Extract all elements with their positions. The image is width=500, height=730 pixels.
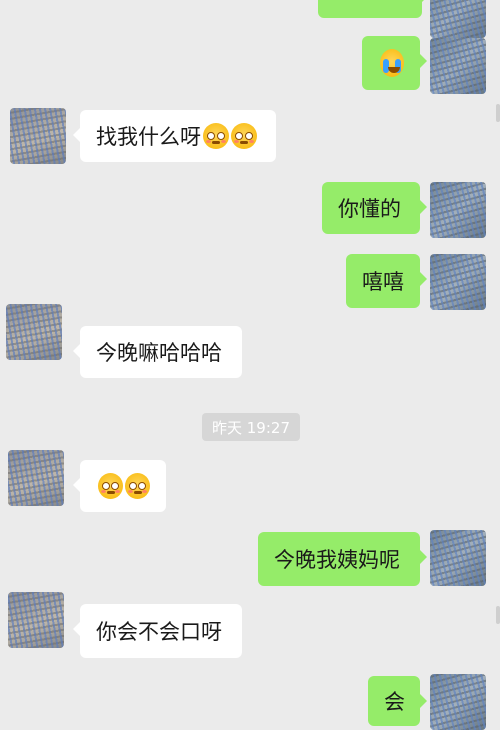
- eye-icon: [102, 482, 110, 490]
- mouth-icon: [134, 491, 142, 494]
- eye-icon: [129, 482, 137, 490]
- message-bubble-sent[interactable]: 你懂的: [322, 182, 427, 234]
- loudly-crying-face-emoji-icon: [380, 49, 404, 77]
- message-bubble-received[interactable]: 你会不会口呀: [73, 604, 242, 658]
- mouth-icon: [212, 141, 220, 144]
- blush-icon: [249, 140, 254, 143]
- message-bubble-sent[interactable]: 今晚我姨妈呢: [258, 532, 427, 586]
- message-bubble-received[interactable]: 今晚嘛哈哈哈: [73, 326, 242, 378]
- avatar-contact[interactable]: [6, 304, 62, 360]
- message-bubble-sent-partial[interactable]: [318, 0, 429, 18]
- avatar-contact[interactable]: [8, 450, 64, 506]
- eye-icon: [245, 132, 253, 140]
- message-bubble-received-emoji[interactable]: [73, 460, 166, 512]
- eye-icon: [111, 482, 119, 490]
- avatar-image: [430, 254, 486, 310]
- blush-icon: [234, 140, 239, 143]
- message-bubble-sent[interactable]: 嘻嘻: [346, 254, 427, 308]
- tear-icon: [383, 59, 389, 73]
- mouth-icon: [240, 141, 248, 144]
- chat-window: 找我什么呀 你懂的 嘻嘻 今晚嘛哈哈哈 昨天 19:27 今晚我姨妈呢 你会不会…: [0, 0, 500, 730]
- eye-icon: [138, 482, 146, 490]
- flushed-face-emoji-icon: [231, 123, 257, 149]
- avatar-image: [430, 0, 486, 38]
- blush-icon: [101, 490, 106, 493]
- avatar-self[interactable]: [430, 0, 486, 38]
- avatar-self[interactable]: [430, 254, 486, 310]
- flushed-face-emoji-icon: [98, 473, 123, 499]
- scrollbar-indicator[interactable]: [496, 606, 500, 624]
- eye-icon: [217, 132, 225, 140]
- avatar-image: [430, 674, 486, 730]
- message-bubble-received[interactable]: 找我什么呀: [73, 110, 276, 162]
- avatar-image: [10, 108, 66, 164]
- avatar-image: [8, 450, 64, 506]
- avatar-self[interactable]: [430, 38, 486, 94]
- eye-icon: [235, 132, 243, 140]
- flushed-face-emoji-icon: [203, 123, 229, 149]
- message-bubble-sent[interactable]: 会: [368, 676, 427, 726]
- timestamp-divider: 昨天 19:27: [202, 413, 300, 441]
- message-bubble-sent-emoji[interactable]: [362, 36, 427, 90]
- avatar-image: [430, 182, 486, 238]
- blush-icon: [128, 490, 133, 493]
- avatar-image: [8, 592, 64, 648]
- avatar-self[interactable]: [430, 182, 486, 238]
- avatar-contact[interactable]: [10, 108, 66, 164]
- avatar-image: [430, 38, 486, 94]
- avatar-image: [430, 530, 486, 586]
- blush-icon: [221, 140, 226, 143]
- blush-icon: [206, 140, 211, 143]
- blush-icon: [142, 490, 147, 493]
- avatar-image: [6, 304, 62, 360]
- avatar-self[interactable]: [430, 530, 486, 586]
- avatar-contact[interactable]: [8, 592, 64, 648]
- blush-icon: [115, 490, 120, 493]
- flushed-face-emoji-icon: [125, 473, 150, 499]
- avatar-self[interactable]: [430, 674, 486, 730]
- mouth-icon: [107, 491, 115, 494]
- scrollbar-indicator[interactable]: [496, 104, 500, 122]
- eye-icon: [207, 132, 215, 140]
